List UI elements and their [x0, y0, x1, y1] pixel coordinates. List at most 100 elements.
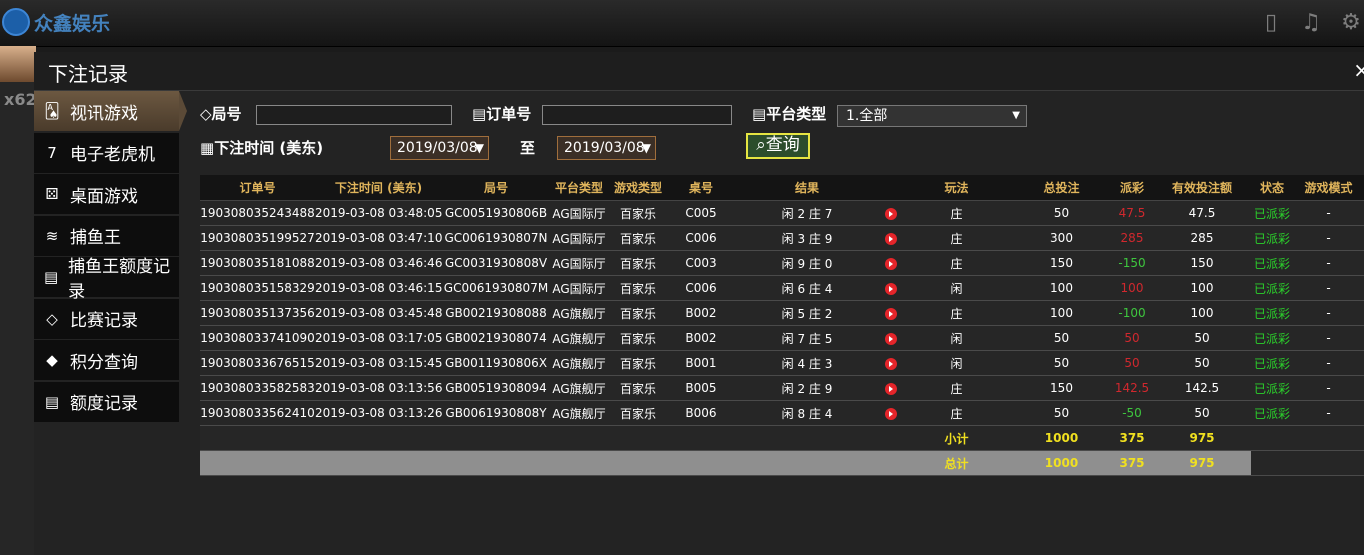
cell-bet: 50 [1012, 350, 1111, 376]
cell-round: GB00519308094 [442, 375, 550, 401]
menu-item[interactable]: ◆ 积分查询 [34, 340, 179, 380]
cards-icon: 🂡 [44, 102, 60, 120]
platform-select[interactable]: 1.全部 ▼ [837, 105, 1027, 127]
total-cell: 1000 [1012, 450, 1111, 476]
cell-round: GB0011930806X [442, 350, 550, 376]
play-video-icon[interactable] [884, 332, 897, 345]
top-bar: 众鑫娱乐 ▯ ♫ ⚙ [0, 0, 1364, 47]
menu-item[interactable]: ▤ 捕鱼王额度记录 [34, 257, 179, 302]
play-video-icon[interactable] [884, 407, 897, 420]
play-video-icon[interactable] [884, 207, 897, 220]
chevron-down-icon: ▼ [641, 141, 651, 155]
cell-game: 百家乐 [608, 200, 668, 226]
cell-payout: -150 [1111, 250, 1153, 276]
cell-mode: - [1293, 300, 1364, 326]
replay-cell [880, 325, 901, 351]
date-to-picker[interactable]: 2019/03/08 ▼ [557, 136, 656, 160]
cell-result: 闲 3 庄 9 [734, 225, 880, 251]
subtotal-cell: 375 [1111, 425, 1153, 451]
total-row: 总计 1000 375 975 [200, 450, 1364, 476]
cell-play: 闲 [901, 350, 1012, 376]
total-cell [1293, 450, 1364, 476]
column-header: 平台类型 [550, 175, 608, 201]
cell-round: GB00219308074 [442, 325, 550, 351]
subtotal-cell [608, 425, 668, 451]
cell-result: 闲 9 庄 0 [734, 250, 880, 276]
close-icon[interactable]: × [1353, 58, 1364, 82]
cell-valid: 142.5 [1153, 375, 1251, 401]
date-from-picker[interactable]: 2019/03/08 ▼ [390, 136, 489, 160]
content: ◇局号 ▤订单号 ▤平台类型 1.全部 ▼ ▦下注时间 (美东) 2019/03… [200, 91, 1364, 555]
menu-item[interactable]: ◇ 比赛记录 [34, 298, 179, 339]
cell-play: 庄 [901, 200, 1012, 226]
cell-play: 闲 [901, 275, 1012, 301]
cell-result: 闲 4 庄 3 [734, 350, 880, 376]
cell-time: 2019-03-08 03:13:26 [315, 400, 442, 426]
cell-round: GB0061930808Y [442, 400, 550, 426]
replay-cell [880, 200, 901, 226]
cell-result: 闲 6 庄 4 [734, 275, 880, 301]
cell-order: 190308035137356 [200, 300, 315, 326]
cell-table: B005 [668, 375, 734, 401]
column-header: 状态 [1251, 175, 1293, 201]
cell-play: 庄 [901, 250, 1012, 276]
cell-order: 190308035181088 [200, 250, 315, 276]
play-video-icon[interactable] [884, 232, 897, 245]
menu-item[interactable]: 🂡 视讯游戏 [34, 91, 187, 131]
cell-platform: AG国际厅 [550, 275, 608, 301]
menu-item[interactable]: ≋ 捕鱼王 [34, 215, 179, 256]
play-video-icon[interactable] [884, 257, 897, 270]
cell-payout: -100 [1111, 300, 1153, 326]
column-header: 下注时间 (美东) [315, 175, 442, 201]
gear-icon[interactable]: ⚙ [1338, 10, 1364, 35]
play-video-icon[interactable] [884, 382, 897, 395]
logo-mark [2, 8, 30, 36]
order-input[interactable] [542, 105, 732, 125]
column-header: 游戏类型 [608, 175, 668, 201]
doc-icon: ▤ [44, 392, 60, 411]
cell-status: 已派彩 [1251, 225, 1293, 251]
cell-status: 已派彩 [1251, 250, 1293, 276]
menu-item[interactable]: ⚄ 桌面游戏 [34, 174, 179, 214]
total-cell: 975 [1153, 450, 1251, 476]
time-label: ▦下注时间 (美东) [200, 139, 324, 157]
cell-order: 190308033676515 [200, 350, 315, 376]
background-sidebar-item: x624 [4, 90, 34, 109]
cell-game: 百家乐 [608, 350, 668, 376]
background-sidebar: x6240.7存款9 祝国际旗舰欧洲竞多直播赠电子 [0, 46, 36, 555]
column-header: 游戏模式 [1293, 175, 1364, 201]
play-video-icon[interactable] [884, 357, 897, 370]
round-input[interactable] [256, 105, 452, 125]
menu-item[interactable]: ▤ 额度记录 [34, 381, 179, 422]
cell-mode: - [1293, 375, 1364, 401]
replay-cell [880, 250, 901, 276]
phone-icon[interactable]: ▯ [1258, 10, 1284, 35]
table-row: 190308033582583 2019-03-08 03:13:56 GB0051… [200, 375, 1364, 401]
cell-table: B001 [668, 350, 734, 376]
menu-item-label: 视讯游戏 [70, 103, 138, 124]
menu-item[interactable]: 7 电子老虎机 [34, 132, 179, 173]
play-video-icon[interactable] [884, 282, 897, 295]
cell-order: 190308035243488 [200, 200, 315, 226]
cell-platform: AG旗舰厅 [550, 325, 608, 351]
total-cell [550, 450, 608, 476]
cell-payout: 100 [1111, 275, 1153, 301]
column-header: 订单号 [200, 175, 315, 201]
cell-payout: -50 [1111, 400, 1153, 426]
cell-time: 2019-03-08 03:45:48 [315, 300, 442, 326]
subtotal-cell [200, 425, 315, 451]
play-video-icon[interactable] [884, 307, 897, 320]
music-icon[interactable]: ♫ [1298, 10, 1324, 35]
cell-valid: 50 [1153, 325, 1251, 351]
platform-select-value: 1.全部 [846, 108, 888, 124]
subtotal-cell [442, 425, 550, 451]
subtotal-row: 小计 1000 375 975 [200, 425, 1364, 451]
cell-valid: 100 [1153, 275, 1251, 301]
table-row: 190308033562410 2019-03-08 03:13:26 GB0061… [200, 400, 1364, 426]
chevron-down-icon: ▼ [1012, 110, 1020, 121]
query-button[interactable]: ⌕查询 [746, 133, 810, 159]
column-header: 局号 [442, 175, 550, 201]
menu-item-label: 额度记录 [70, 394, 138, 414]
date-from-value: 2019/03/08 [397, 140, 478, 156]
total-cell [880, 450, 901, 476]
